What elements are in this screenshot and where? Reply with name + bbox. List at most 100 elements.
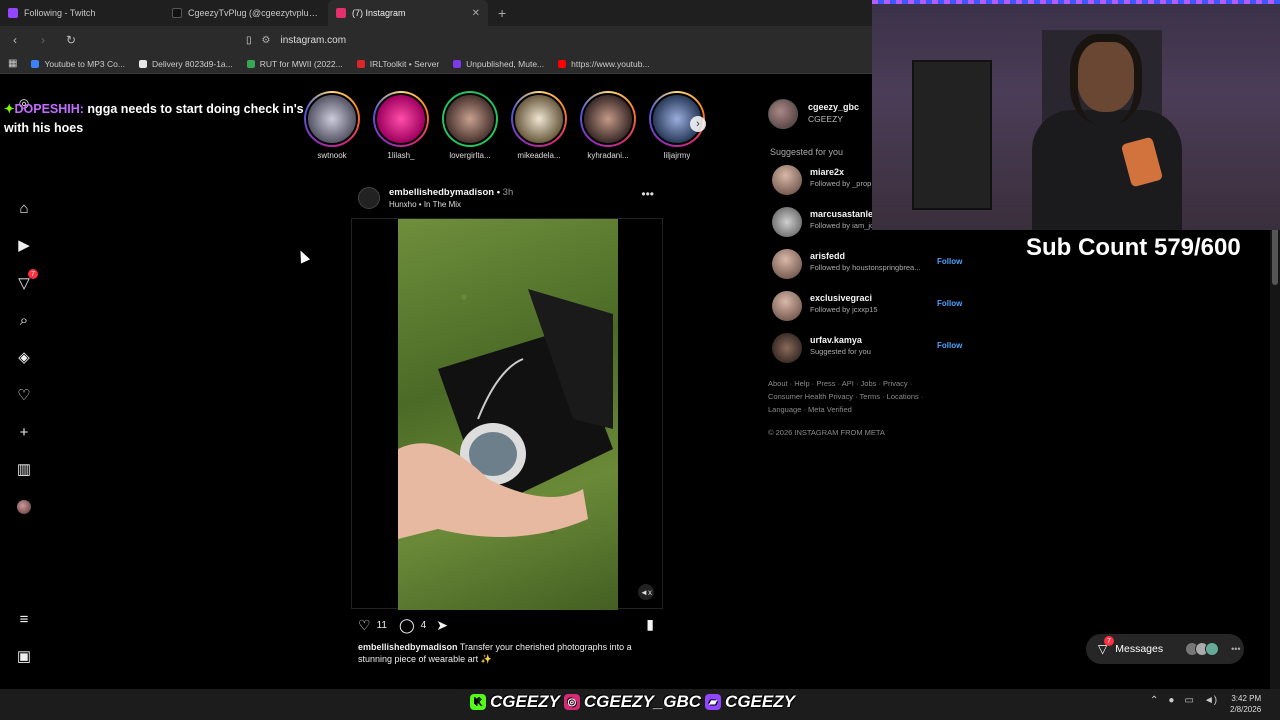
messages-button[interactable]: ▽ 7 Messages ••• bbox=[1086, 634, 1244, 664]
browser-tab-bar: Following - Twitch CgeezyTvPlug (@cgeezy… bbox=[0, 0, 872, 26]
create-icon[interactable]: + bbox=[14, 422, 34, 442]
story-username: swtnook bbox=[317, 151, 347, 160]
home-icon[interactable]: ⌂ bbox=[14, 198, 34, 218]
tab-title: CgeezyTvPlug (@cgeezytvplug) | TikTok bbox=[188, 8, 320, 18]
stories-next-arrow-icon[interactable]: › bbox=[690, 116, 706, 132]
instagram-icon bbox=[336, 8, 346, 18]
tab-tiktok[interactable]: CgeezyTvPlug (@cgeezytvplug) | TikTok bbox=[164, 0, 328, 26]
microphone-icon[interactable]: ● bbox=[1168, 695, 1174, 706]
webcam-overlay bbox=[872, 0, 1280, 230]
save-bookmark-icon[interactable]: ▮ bbox=[646, 616, 654, 633]
explore-icon[interactable]: ◈ bbox=[14, 347, 34, 367]
chevron-up-icon[interactable]: ⌃ bbox=[1150, 695, 1158, 706]
current-user-avatar[interactable] bbox=[768, 99, 798, 129]
bookmark-item[interactable]: Youtube to MP3 Co... bbox=[31, 59, 125, 69]
post-username[interactable]: embellishedbymadison bbox=[389, 187, 494, 198]
dashboard-icon[interactable]: ▥ bbox=[14, 459, 34, 479]
system-tray: ⌃ ● ▭ ◄) bbox=[1150, 695, 1217, 706]
bookmark-icon[interactable]: ▯ bbox=[246, 35, 252, 46]
suggestion-avatar[interactable] bbox=[772, 291, 802, 321]
instagram-icon: ◎ bbox=[563, 694, 580, 710]
apps-grid-icon[interactable]: ▦ bbox=[8, 58, 17, 69]
reload-button[interactable]: ↻ bbox=[64, 33, 78, 47]
address-bar[interactable]: ▯ ⚙ instagram.com bbox=[246, 29, 866, 51]
bookmark-item[interactable]: IRLToolkit • Server bbox=[356, 58, 440, 69]
story-username: liljajrmy bbox=[663, 151, 691, 160]
suggestion-avatar[interactable] bbox=[772, 165, 802, 195]
tab-twitch[interactable]: Following - Twitch bbox=[0, 0, 164, 26]
new-tab-button[interactable]: + bbox=[488, 5, 516, 21]
back-button[interactable]: ‹ bbox=[8, 33, 22, 47]
story-avatar bbox=[444, 93, 496, 145]
follow-button[interactable]: Follow bbox=[937, 257, 962, 266]
bookmark-label: Delivery 8023d9-1a... bbox=[151, 58, 233, 69]
volume-icon[interactable]: ◄) bbox=[1204, 695, 1217, 706]
profile-avatar[interactable] bbox=[17, 500, 31, 514]
reels-icon[interactable]: ▶ bbox=[14, 235, 34, 255]
bookmark-label: IRLToolkit • Server bbox=[369, 58, 440, 69]
browser-nav-bar: ‹ › ↻ ▯ ⚙ instagram.com bbox=[0, 26, 872, 54]
suggestion-username[interactable]: marcusastanley bbox=[810, 209, 872, 219]
story-item[interactable]: mikeadela... bbox=[511, 91, 567, 163]
forward-button[interactable]: › bbox=[36, 33, 50, 47]
post-author-avatar[interactable] bbox=[358, 187, 380, 209]
bookmark-favicon-icon bbox=[138, 59, 147, 68]
post-author[interactable]: embellishedbymadison • 3h bbox=[389, 187, 513, 198]
suggestion-subtext: Suggested for you bbox=[810, 347, 871, 356]
bookmark-item[interactable]: Delivery 8023d9-1a... bbox=[138, 58, 233, 69]
messages-label: Messages bbox=[1115, 643, 1164, 655]
messages-icon[interactable]: ▽ 7 bbox=[14, 269, 38, 293]
twitch-handle: CGEEZY bbox=[725, 692, 795, 711]
story-item[interactable]: 1lilash_ bbox=[373, 91, 429, 163]
follow-button[interactable]: Follow bbox=[937, 299, 962, 308]
post-media[interactable]: ◄x bbox=[351, 218, 663, 610]
comment-icon[interactable]: ◯ bbox=[399, 617, 415, 634]
menu-icon[interactable]: ≡ bbox=[14, 609, 34, 629]
suggestion-subtext: Followed by jcxxp15 bbox=[810, 305, 878, 314]
network-icon[interactable]: ▭ bbox=[1184, 695, 1193, 706]
share-icon[interactable]: ➤ bbox=[436, 617, 448, 634]
suggestion-avatar[interactable] bbox=[772, 333, 802, 363]
url-text[interactable]: instagram.com bbox=[280, 35, 346, 46]
more-options-icon[interactable]: ••• bbox=[641, 187, 654, 201]
close-tab-icon[interactable]: ✕ bbox=[472, 8, 480, 19]
post-video[interactable] bbox=[398, 219, 618, 610]
story-item[interactable]: kyhradani... bbox=[580, 91, 636, 163]
story-item[interactable]: swtnook bbox=[304, 91, 360, 163]
story-avatar bbox=[375, 93, 427, 145]
caption-username[interactable]: embellishedbymadison bbox=[358, 642, 458, 652]
post-audio[interactable]: Hunxho • In The Mix bbox=[389, 200, 461, 209]
site-info-icon[interactable]: ⚙ bbox=[262, 35, 271, 46]
tab-instagram[interactable]: (7) Instagram ✕ bbox=[328, 0, 488, 26]
suggestion-avatar[interactable] bbox=[772, 207, 802, 237]
also-from-meta-icon[interactable]: ▣ bbox=[14, 646, 34, 666]
instagram-handle: CGEEZY_GBC bbox=[583, 692, 702, 711]
bookmark-item[interactable]: https://www.youtub... bbox=[558, 59, 650, 69]
suggestion-username[interactable]: urfav.kamya bbox=[810, 335, 862, 345]
bookmark-item[interactable]: RUT for MWII (2022... bbox=[246, 59, 343, 69]
story-avatar bbox=[513, 93, 565, 145]
follow-button[interactable]: Follow bbox=[937, 341, 962, 350]
footer-links[interactable]: About · Help · Press · API · Jobs · Priv… bbox=[768, 377, 938, 416]
story-item[interactable]: lovergirlta... bbox=[442, 91, 498, 163]
post-caption: embellishedbymadison Transfer your cheri… bbox=[358, 641, 648, 665]
search-icon[interactable]: ⌕ bbox=[14, 310, 34, 330]
heart-icon[interactable]: ♡ bbox=[14, 385, 34, 405]
bookmark-item[interactable]: Unpublished, Mute... bbox=[453, 59, 544, 69]
story-username: kyhradani... bbox=[587, 151, 629, 160]
current-username[interactable]: cgeezy_gbc bbox=[808, 102, 859, 112]
social-handles-overlay: K CGEEZY ◎ CGEEZY_GBC ▰ CGEEZY bbox=[470, 692, 795, 712]
shoe-shelf bbox=[912, 60, 992, 210]
suggestion-username[interactable]: arisfedd bbox=[810, 251, 845, 261]
suggestion-username[interactable]: exclusivegracie bbox=[810, 293, 872, 303]
more-dots-icon: ••• bbox=[1231, 644, 1241, 654]
like-heart-icon[interactable]: ♡ bbox=[358, 617, 371, 634]
suggestion-username[interactable]: miare2x bbox=[810, 167, 844, 177]
system-clock[interactable]: 3:42 PM 2/8/2026 bbox=[1230, 693, 1261, 715]
muted-audio-icon[interactable]: ◄x bbox=[638, 584, 654, 600]
suggestion-avatar[interactable] bbox=[772, 249, 802, 279]
copyright: © 2026 INSTAGRAM FROM META bbox=[768, 428, 885, 437]
kick-handle: CGEEZY bbox=[490, 692, 560, 711]
suggestion-subtext: Followed by _prop bbox=[810, 179, 872, 188]
clock-time: 3:42 PM bbox=[1231, 694, 1262, 703]
